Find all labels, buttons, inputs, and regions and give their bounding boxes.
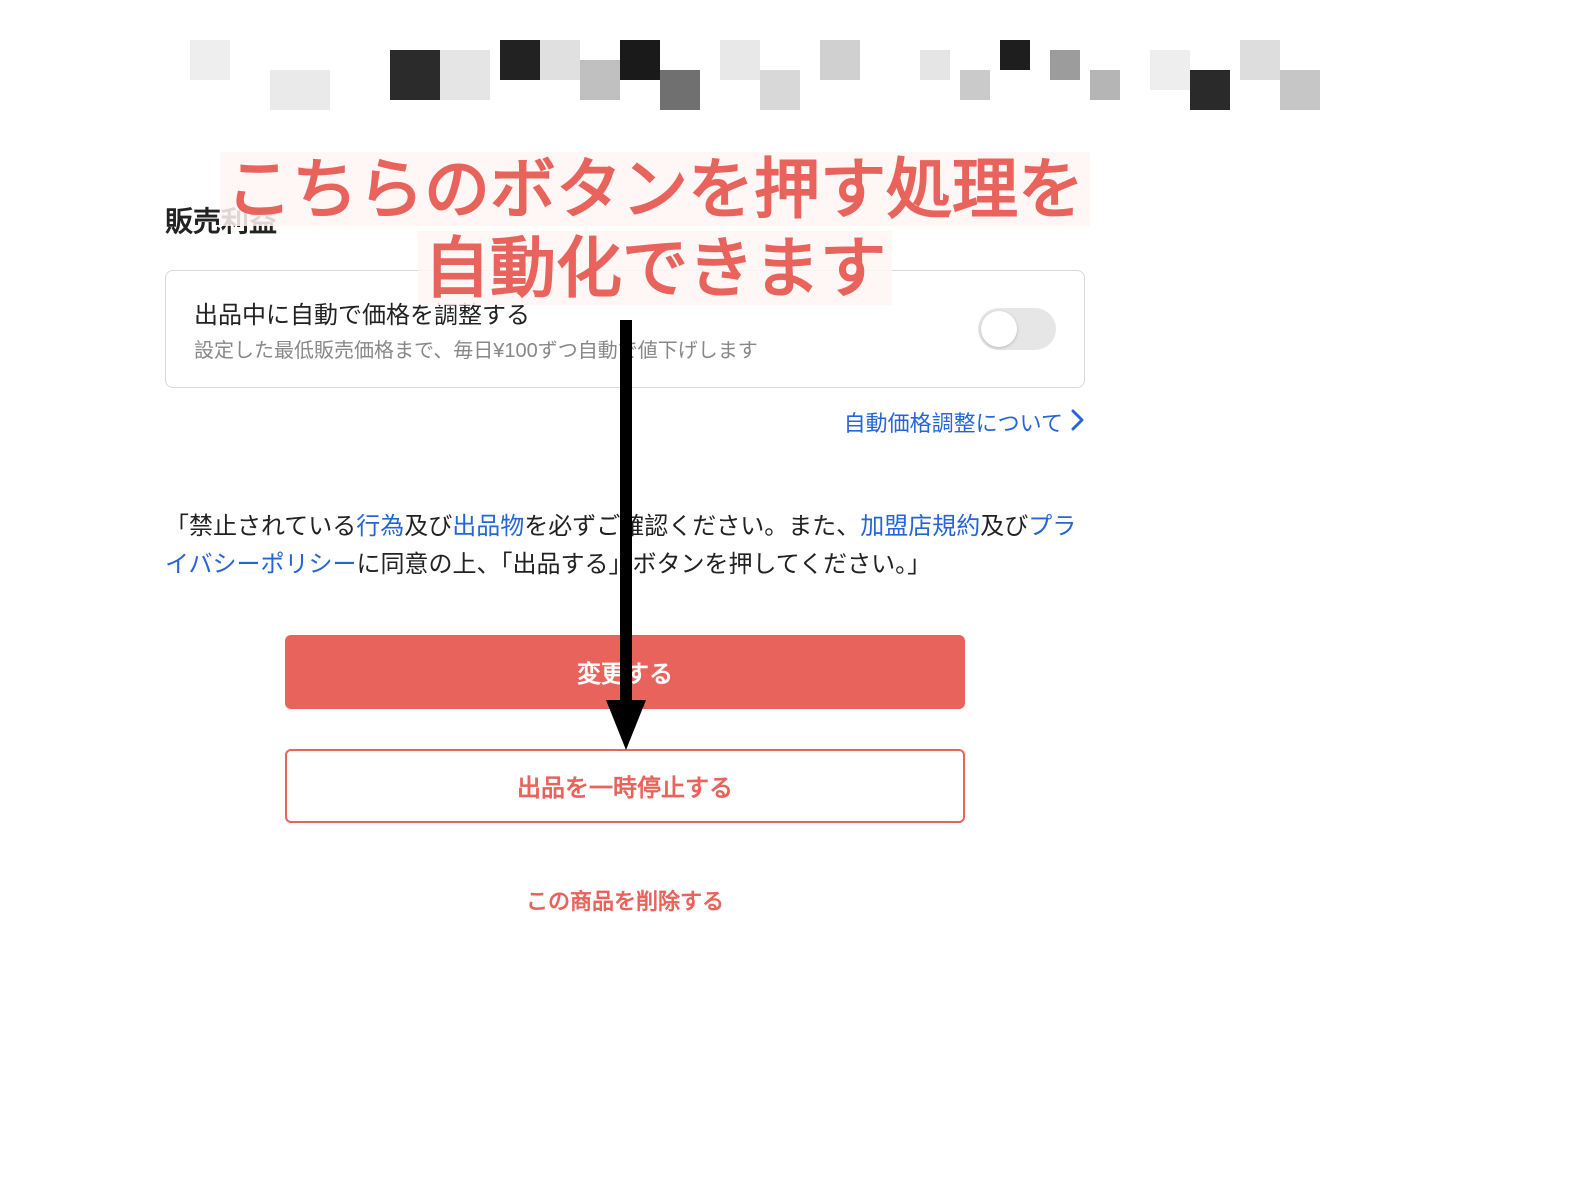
delete-product-button[interactable]: この商品を削除する xyxy=(285,863,965,937)
auto-price-adjust-toggle[interactable] xyxy=(978,308,1056,350)
auto-price-adjust-text: 出品中に自動で価格を調整する 設定した最低販売価格まで、毎日¥100ずつ自動で値… xyxy=(194,295,958,363)
main-content: 販売利益 出品中に自動で価格を調整する 設定した最低販売価格まで、毎日¥100ず… xyxy=(165,140,1085,937)
auto-price-help-link-row: 自動価格調整について xyxy=(165,406,1085,438)
terms-text: に同意の上、「出品する」ボタンを押してください。」 xyxy=(357,551,932,578)
terms-text: 及び xyxy=(980,513,1028,540)
terms-text: を必ずご確認ください。また、 xyxy=(524,513,860,540)
toggle-knob xyxy=(981,311,1017,347)
pause-listing-button[interactable]: 出品を一時停止する xyxy=(285,749,965,823)
auto-price-adjust-subtitle: 設定した最低販売価格まで、毎日¥100ずつ自動で値下げします xyxy=(194,334,958,363)
terms-text: 及び xyxy=(404,513,452,540)
auto-price-help-link[interactable]: 自動価格調整について xyxy=(844,406,1063,438)
chevron-right-icon xyxy=(1071,409,1085,436)
terms-link-koui[interactable]: 行為 xyxy=(356,513,404,540)
section-sales-profit: 販売利益 xyxy=(165,200,1085,240)
auto-price-adjust-card: 出品中に自動で価格を調整する 設定した最低販売価格まで、毎日¥100ずつ自動で値… xyxy=(165,270,1085,388)
censored-pixel-header xyxy=(150,40,1428,140)
change-button[interactable]: 変更する xyxy=(285,635,965,709)
page-root: 販売利益 出品中に自動で価格を調整する 設定した最低販売価格まで、毎日¥100ず… xyxy=(0,0,1578,1182)
terms-text: 「禁止されている xyxy=(165,513,356,540)
terms-paragraph: 「禁止されている行為及び出品物を必ずご確認ください。また、加盟店規約及びプライバ… xyxy=(165,508,1085,585)
auto-price-adjust-title: 出品中に自動で価格を調整する xyxy=(194,295,958,330)
terms-link-shuppinbutsu[interactable]: 出品物 xyxy=(452,513,524,540)
terms-link-kameiten[interactable]: 加盟店規約 xyxy=(860,513,980,540)
